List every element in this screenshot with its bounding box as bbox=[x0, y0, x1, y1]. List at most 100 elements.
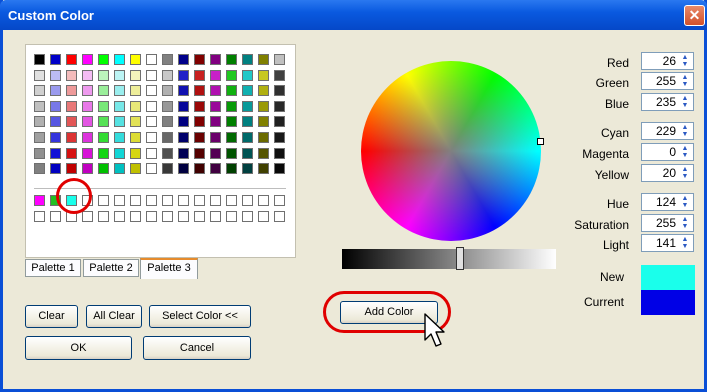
custom-color-swatch[interactable] bbox=[274, 195, 285, 206]
custom-color-swatch[interactable] bbox=[162, 195, 173, 206]
custom-color-swatch[interactable] bbox=[114, 211, 125, 222]
palette-swatch[interactable] bbox=[82, 116, 93, 128]
palette-swatch[interactable] bbox=[194, 100, 205, 112]
green-spinner[interactable]: 255 ▲ ▼ bbox=[641, 72, 694, 90]
palette-swatch[interactable] bbox=[274, 116, 285, 128]
palette-swatch[interactable] bbox=[66, 85, 77, 97]
all-clear-button[interactable]: All Clear bbox=[86, 305, 142, 328]
palette-swatch[interactable] bbox=[34, 163, 45, 175]
palette-swatch[interactable] bbox=[178, 85, 189, 97]
custom-color-swatch[interactable] bbox=[194, 195, 205, 206]
palette-swatch[interactable] bbox=[226, 69, 237, 81]
custom-color-swatch[interactable] bbox=[82, 211, 93, 222]
custom-color-swatch[interactable] bbox=[194, 211, 205, 222]
palette-swatch[interactable] bbox=[114, 54, 125, 65]
palette-swatch[interactable] bbox=[34, 85, 45, 97]
palette-swatch[interactable] bbox=[162, 163, 173, 175]
palette-swatch[interactable] bbox=[162, 54, 173, 65]
palette-swatch[interactable] bbox=[98, 132, 109, 143]
palette-swatch[interactable] bbox=[98, 54, 109, 65]
palette-swatch[interactable] bbox=[258, 100, 269, 112]
palette-swatch[interactable] bbox=[242, 116, 253, 128]
palette-swatch[interactable] bbox=[162, 100, 173, 112]
palette-swatch[interactable] bbox=[146, 85, 157, 97]
palette-swatch[interactable] bbox=[162, 116, 173, 128]
palette-swatch[interactable] bbox=[130, 85, 141, 97]
custom-color-swatch[interactable] bbox=[258, 195, 269, 206]
palette-swatch[interactable] bbox=[194, 116, 205, 128]
palette-swatch[interactable] bbox=[242, 85, 253, 97]
palette-swatch[interactable] bbox=[98, 163, 109, 175]
magenta-spinner[interactable]: 0 ▲ ▼ bbox=[641, 143, 694, 161]
palette-swatch[interactable] bbox=[50, 100, 61, 112]
palette-swatch[interactable] bbox=[258, 116, 269, 128]
palette-swatch[interactable] bbox=[210, 147, 221, 159]
palette-swatch[interactable] bbox=[50, 69, 61, 81]
palette-swatch[interactable] bbox=[162, 85, 173, 97]
custom-color-swatch[interactable] bbox=[226, 195, 237, 206]
palette-swatch[interactable] bbox=[258, 147, 269, 159]
custom-color-swatch[interactable] bbox=[146, 195, 157, 206]
palette-swatch[interactable] bbox=[114, 69, 125, 81]
palette-swatch[interactable] bbox=[178, 147, 189, 159]
palette-swatch[interactable] bbox=[242, 132, 253, 143]
blue-spinner[interactable]: 235 ▲ ▼ bbox=[641, 93, 694, 111]
palette-swatch[interactable] bbox=[114, 100, 125, 112]
palette-swatch[interactable] bbox=[178, 54, 189, 65]
custom-color-swatch[interactable] bbox=[34, 195, 45, 206]
tab-palette-1[interactable]: Palette 1 bbox=[25, 259, 81, 277]
palette-swatch[interactable] bbox=[50, 163, 61, 175]
palette-swatch[interactable] bbox=[210, 163, 221, 175]
palette-swatch[interactable] bbox=[66, 163, 77, 175]
palette-swatch[interactable] bbox=[82, 132, 93, 143]
palette-swatch[interactable] bbox=[226, 132, 237, 143]
palette-swatch[interactable] bbox=[226, 54, 237, 65]
cancel-button[interactable]: Cancel bbox=[143, 336, 251, 360]
palette-swatch[interactable] bbox=[66, 69, 77, 81]
palette-swatch[interactable] bbox=[274, 147, 285, 159]
palette-swatch[interactable] bbox=[242, 54, 253, 65]
palette-swatch[interactable] bbox=[50, 85, 61, 97]
custom-color-swatch[interactable] bbox=[242, 211, 253, 222]
tab-palette-2[interactable]: Palette 2 bbox=[83, 259, 139, 277]
custom-color-swatch[interactable] bbox=[98, 211, 109, 222]
palette-swatch[interactable] bbox=[194, 147, 205, 159]
palette-swatch[interactable] bbox=[274, 54, 285, 65]
palette-swatch[interactable] bbox=[34, 69, 45, 81]
cyan-spinner[interactable]: 229 ▲ ▼ bbox=[641, 122, 694, 140]
palette-swatch[interactable] bbox=[34, 116, 45, 128]
palette-swatch[interactable] bbox=[226, 85, 237, 97]
saturation-spinner[interactable]: 255 ▲ ▼ bbox=[641, 214, 694, 232]
lightness-slider[interactable] bbox=[342, 249, 556, 269]
light-spinner[interactable]: 141 ▲ ▼ bbox=[641, 234, 694, 252]
palette-swatch[interactable] bbox=[66, 100, 77, 112]
palette-swatch[interactable] bbox=[82, 100, 93, 112]
custom-color-swatch[interactable] bbox=[130, 211, 141, 222]
custom-color-swatch[interactable] bbox=[162, 211, 173, 222]
palette-swatch[interactable] bbox=[82, 69, 93, 81]
palette-swatch[interactable] bbox=[130, 147, 141, 159]
color-wheel[interactable] bbox=[361, 61, 541, 241]
custom-color-swatch[interactable] bbox=[34, 211, 45, 222]
palette-swatch[interactable] bbox=[210, 132, 221, 143]
palette-swatch[interactable] bbox=[34, 100, 45, 112]
palette-swatch[interactable] bbox=[274, 163, 285, 175]
spinner-arrows-icon[interactable]: ▲ ▼ bbox=[678, 95, 692, 109]
palette-swatch[interactable] bbox=[82, 85, 93, 97]
palette-swatch[interactable] bbox=[146, 54, 157, 65]
palette-swatch[interactable] bbox=[178, 100, 189, 112]
palette-swatch[interactable] bbox=[178, 116, 189, 128]
custom-color-swatch[interactable] bbox=[226, 211, 237, 222]
palette-swatch[interactable] bbox=[210, 116, 221, 128]
custom-color-swatch[interactable] bbox=[114, 195, 125, 206]
palette-swatch[interactable] bbox=[146, 163, 157, 175]
palette-swatch[interactable] bbox=[114, 132, 125, 143]
palette-swatch[interactable] bbox=[66, 147, 77, 159]
ok-button[interactable]: OK bbox=[25, 336, 132, 360]
palette-swatch[interactable] bbox=[130, 132, 141, 143]
palette-swatch[interactable] bbox=[162, 69, 173, 81]
custom-color-swatch[interactable] bbox=[242, 195, 253, 206]
palette-swatch[interactable] bbox=[242, 147, 253, 159]
palette-swatch[interactable] bbox=[194, 132, 205, 143]
spinner-arrows-icon[interactable]: ▲ ▼ bbox=[678, 145, 692, 159]
